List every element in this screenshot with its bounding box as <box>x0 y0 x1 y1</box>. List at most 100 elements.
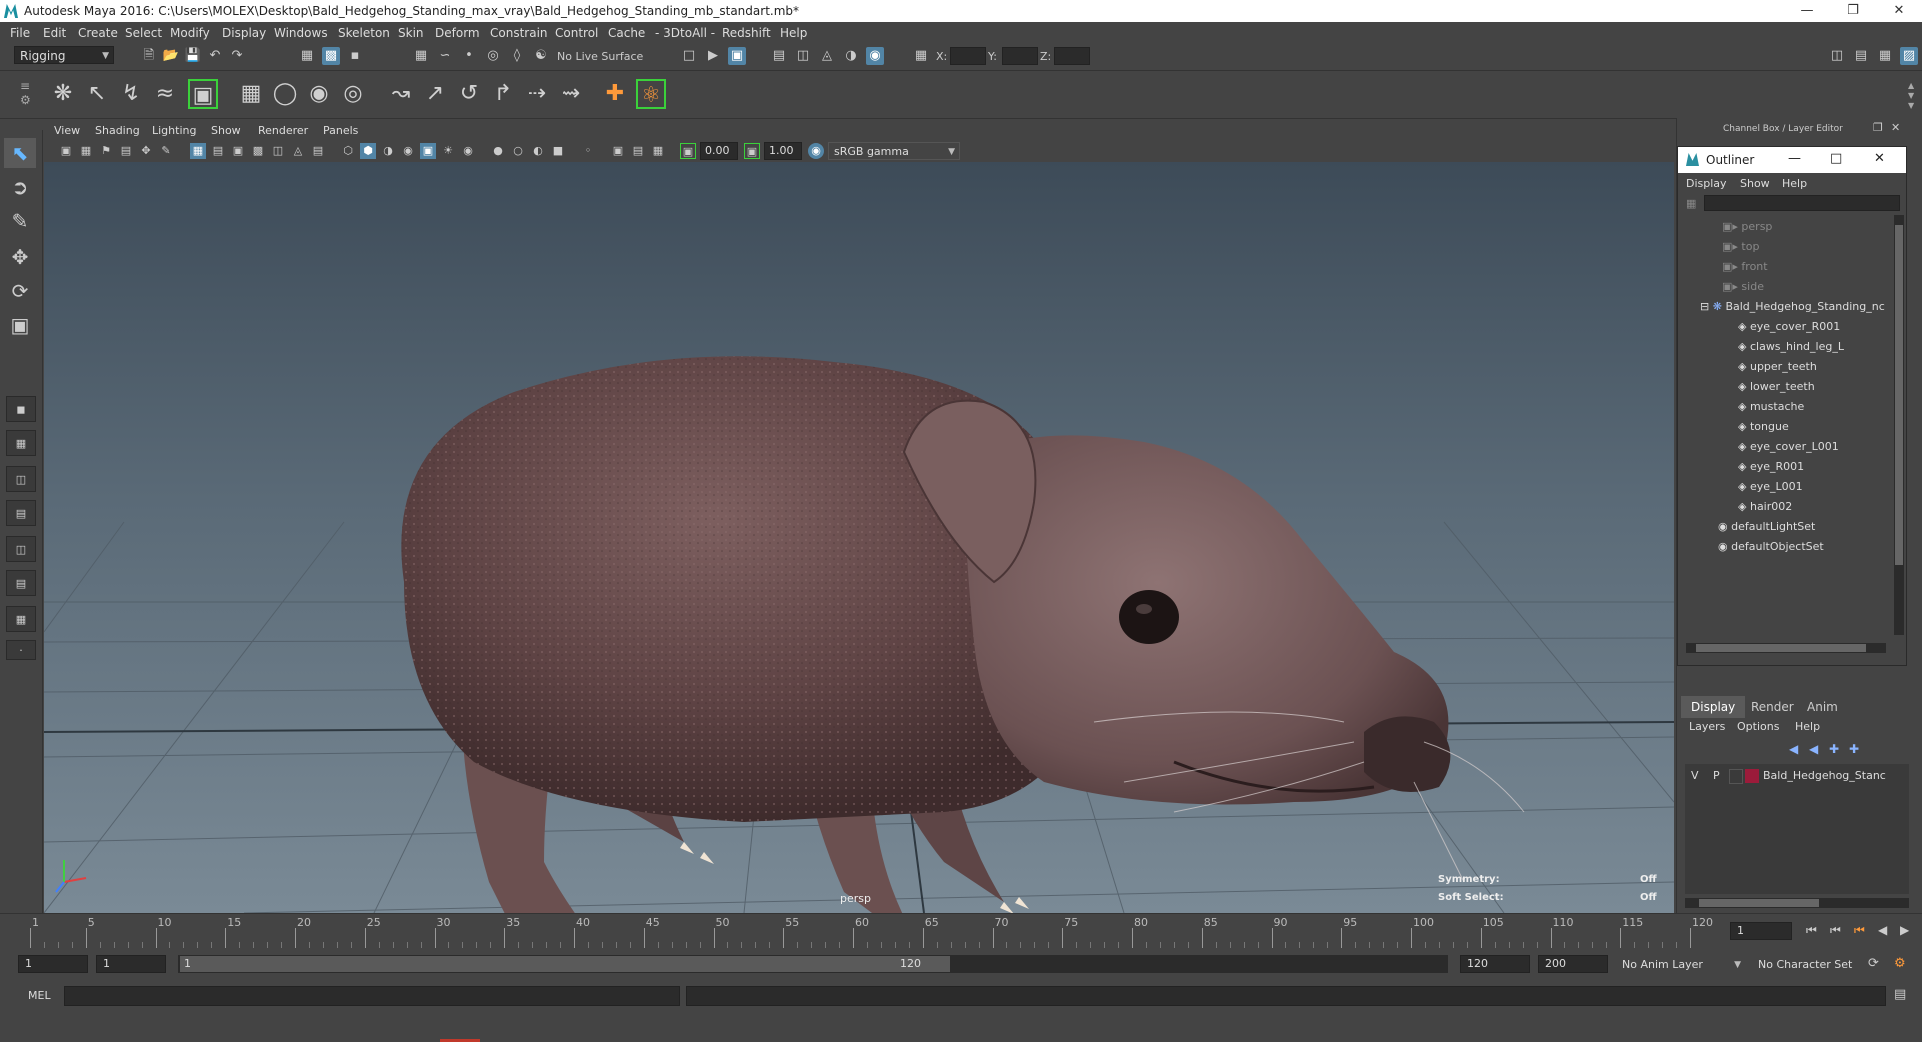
menu-skin[interactable]: Skin <box>398 26 424 40</box>
snap-view-icon[interactable]: ◎ <box>484 47 502 65</box>
playback-end-field[interactable]: 120 <box>1460 955 1530 973</box>
bookmark-icon[interactable]: ⚑ <box>98 143 114 159</box>
step-back-frame-icon[interactable]: ⏮ <box>1830 923 1841 938</box>
filter-icon[interactable]: ▦ <box>1686 197 1696 210</box>
persp-graph-layout-icon[interactable]: ▤ <box>6 500 36 526</box>
scale-tool-icon[interactable]: ▣ <box>4 310 36 340</box>
step-back-key-icon[interactable]: ⏮ <box>1854 923 1865 938</box>
custom-layout-icon[interactable]: · <box>6 640 36 660</box>
layer-visibility-toggle[interactable]: V <box>1691 766 1699 786</box>
undo-icon[interactable]: ↶ <box>206 47 224 65</box>
end-time-field[interactable]: 200 <box>1538 955 1608 973</box>
aim-constraint-icon[interactable]: ↗ <box>420 79 450 109</box>
layer-playback-toggle[interactable]: P <box>1713 766 1720 786</box>
attribute-editor-icon[interactable]: ▤ <box>1852 47 1870 65</box>
wireframe-on-shaded-icon[interactable]: ◑ <box>380 143 396 159</box>
layer-hscrollbar[interactable] <box>1685 898 1909 908</box>
panel-menu-view[interactable]: View <box>54 124 80 137</box>
scale-constraint-icon[interactable]: ↱ <box>488 79 518 109</box>
orient-constraint-icon[interactable]: ↺ <box>454 79 484 109</box>
ipr-icon[interactable]: ◉ <box>866 47 884 65</box>
outliner-item[interactable]: ▣▸ persp <box>1722 217 1772 237</box>
select-component-icon[interactable]: ▪ <box>346 47 364 65</box>
wrap-icon[interactable]: ◉ <box>304 79 334 109</box>
outliner-item[interactable]: ◈ mustache <box>1738 397 1804 417</box>
persp-graph-hypershade-layout-icon[interactable]: ▦ <box>6 606 36 632</box>
exposure-icon[interactable]: ▣ <box>680 143 696 159</box>
outliner-menu-help[interactable]: Help <box>1782 177 1807 190</box>
restore-icon[interactable]: ❐ <box>1830 0 1876 22</box>
camera-attributes-icon[interactable]: ▦ <box>78 143 94 159</box>
blend-shape-icon[interactable]: ◎ <box>338 79 368 109</box>
render-frame-icon[interactable]: □ <box>680 47 698 65</box>
hypershade-icon[interactable]: ◫ <box>794 47 812 65</box>
backface-cull-icon[interactable]: ▦ <box>650 143 666 159</box>
smooth-shade-icon[interactable]: ⬢ <box>360 143 376 159</box>
outliner-item[interactable]: ◈ eye_cover_L001 <box>1738 437 1839 457</box>
menu-display[interactable]: Display <box>222 26 266 40</box>
panel-menu-renderer[interactable]: Renderer <box>258 124 308 137</box>
move-layer-up-icon[interactable]: ◀ <box>1789 742 1798 756</box>
render-settings-icon[interactable]: ▤ <box>770 47 788 65</box>
outliner-item[interactable]: ▣▸ top <box>1722 237 1759 257</box>
outliner-persp-layout-icon[interactable]: ▤ <box>6 570 36 596</box>
menu-help[interactable]: Help <box>780 26 807 40</box>
grease-pencil-icon[interactable]: ✎ <box>158 143 174 159</box>
textured-icon[interactable]: ◉ <box>400 143 416 159</box>
range-bar[interactable]: 1 120 <box>178 955 1448 973</box>
open-scene-icon[interactable]: 📂 <box>162 47 180 65</box>
multisample-aa-icon[interactable]: ○ <box>510 143 526 159</box>
menu-create[interactable]: Create <box>78 26 118 40</box>
select-hierarchy-icon[interactable]: ▦ <box>298 47 316 65</box>
menu-file[interactable]: File <box>10 26 30 40</box>
outliner-menu-display[interactable]: Display <box>1686 177 1727 190</box>
animation-preferences-icon[interactable]: ⚙ <box>1894 956 1906 971</box>
lattice-icon[interactable]: ◯ <box>270 79 300 109</box>
curve-control-icon[interactable]: ⚛ <box>636 79 666 109</box>
snap-curve-icon[interactable]: ∽ <box>436 47 454 65</box>
depth-of-field-icon[interactable]: ◐ <box>530 143 546 159</box>
close-panel-icon[interactable]: ✕ <box>1891 121 1900 134</box>
paint-weights-icon[interactable]: ▣ <box>188 79 218 109</box>
move-layer-down-icon[interactable]: ◀ <box>1809 742 1818 756</box>
scrollbar-thumb[interactable] <box>1696 644 1866 652</box>
outliner-item[interactable]: ◈ eye_R001 <box>1738 457 1804 477</box>
new-layer-selected-icon[interactable]: ✚ <box>1849 742 1859 756</box>
scrollbar-thumb[interactable] <box>1699 899 1819 907</box>
outliner-hscrollbar[interactable] <box>1686 643 1886 653</box>
shadows-icon[interactable]: ☀ <box>440 143 456 159</box>
outliner-item[interactable]: ◈ hair002 <box>1738 497 1792 517</box>
outliner-item[interactable]: ▣▸ side <box>1722 277 1764 297</box>
outliner-item[interactable]: ◈ upper_teeth <box>1738 357 1817 377</box>
layer-color-swatch[interactable] <box>1745 769 1759 783</box>
grid-icon[interactable]: ▦ <box>190 143 206 159</box>
joint-tool-icon[interactable]: ❋ <box>48 79 78 109</box>
menu-cache[interactable]: Cache <box>608 26 645 40</box>
collapse-icon[interactable]: ⊟ <box>1700 300 1713 313</box>
colorspace-dropdown[interactable]: sRGB gamma ▼ <box>828 142 960 160</box>
outliner-item[interactable]: ◈ lower_teeth <box>1738 377 1815 397</box>
outliner-item[interactable]: ▣▸ front <box>1722 257 1768 277</box>
close-icon[interactable]: ✕ <box>1876 0 1922 22</box>
persp-outliner-layout-icon[interactable]: ◫ <box>6 466 36 492</box>
redo-icon[interactable]: ↷ <box>228 47 246 65</box>
viewport-persp[interactable]: persp Symmetry: Off Soft Select: Off <box>44 162 1674 913</box>
menu-constrain[interactable]: Constrain <box>490 26 548 40</box>
layers-menu-options[interactable]: Options <box>1737 720 1779 733</box>
menu-modify[interactable]: Modify <box>170 26 210 40</box>
gate-mask-icon[interactable]: ▩ <box>250 143 266 159</box>
film-gate-icon[interactable]: ▤ <box>210 143 226 159</box>
tool-settings-icon[interactable]: ▦ <box>1876 47 1894 65</box>
motion-blur-icon[interactable]: ● <box>490 143 506 159</box>
transform-mode-icon[interactable]: ▦ <box>912 47 930 65</box>
go-to-start-icon[interactable]: ⏮ <box>1806 923 1817 938</box>
select-camera-icon[interactable]: ▣ <box>58 143 74 159</box>
start-time-field[interactable]: 1 <box>18 955 88 973</box>
gamma-icon[interactable]: ▣ <box>744 143 760 159</box>
menu-edit[interactable]: Edit <box>43 26 66 40</box>
rotate-tool-icon[interactable]: ⟳ <box>4 276 36 306</box>
outliner-item[interactable]: ◉ defaultLightSet <box>1718 517 1815 537</box>
select-tool-icon[interactable]: ⬉ <box>4 138 36 168</box>
channel-box-icon[interactable]: ▨ <box>1900 47 1918 65</box>
screen-space-ao-icon[interactable]: ◉ <box>460 143 476 159</box>
